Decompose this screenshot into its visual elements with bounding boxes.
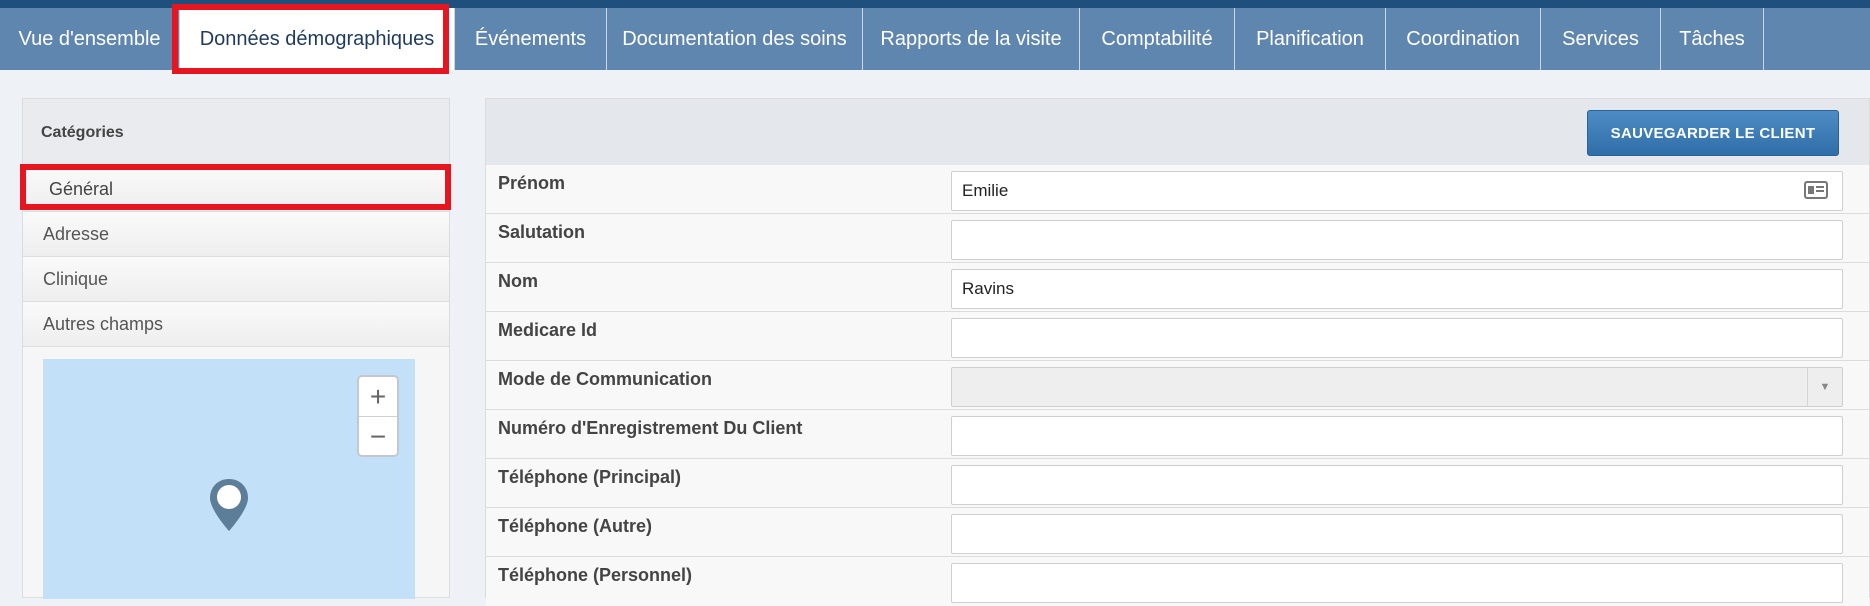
- field-label: Salutation: [498, 222, 586, 242]
- sidebar-item-adresse[interactable]: Adresse: [23, 212, 449, 257]
- field-label: Numéro d'Enregistrement Du Client: [498, 418, 803, 438]
- tab-services[interactable]: Services: [1541, 8, 1661, 70]
- tab-comptabilite[interactable]: Comptabilité: [1080, 8, 1235, 70]
- field-value: Emilie: [962, 181, 1009, 200]
- form-row-numero-enregistrement: Numéro d'Enregistrement Du Client: [486, 410, 1869, 459]
- tab-documentation-des-soins[interactable]: Documentation des soins: [607, 8, 863, 70]
- prenom-field[interactable]: Emilie: [951, 171, 1843, 211]
- map-zoom-control: + −: [357, 375, 399, 457]
- tab-vue-d-ensemble[interactable]: Vue d'ensemble: [0, 8, 180, 70]
- field-label: Téléphone (Personnel): [498, 565, 693, 585]
- form-row-mode-communication: Mode de Communication ▼: [486, 361, 1869, 410]
- medicare-id-field[interactable]: [951, 318, 1843, 358]
- tab-taches[interactable]: Tâches: [1661, 8, 1764, 70]
- form-toolbar: SAUVEGARDER LE CLIENT: [486, 99, 1869, 166]
- field-label: Medicare Id: [498, 320, 598, 340]
- numero-enregistrement-field[interactable]: [951, 416, 1843, 456]
- field-label: Mode de Communication: [498, 369, 713, 389]
- field-label: Téléphone (Principal): [498, 467, 682, 487]
- tab-bar: Vue d'ensemble Données démographiques Év…: [0, 8, 1870, 70]
- top-accent-bar: [0, 0, 1870, 8]
- categories-sidebar: Catégories Général Adresse Clinique Autr…: [22, 98, 450, 599]
- map-pin-icon[interactable]: [208, 477, 250, 533]
- tab-planification[interactable]: Planification: [1235, 8, 1386, 70]
- zoom-out-button[interactable]: −: [359, 417, 397, 456]
- telephone-personnel-field[interactable]: [951, 563, 1843, 603]
- nom-field[interactable]: Ravins: [951, 269, 1843, 309]
- salutation-field[interactable]: [951, 220, 1843, 260]
- form-row-salutation: Salutation: [486, 214, 1869, 263]
- contact-card-icon[interactable]: [1804, 181, 1828, 199]
- sidebar-item-autres-champs[interactable]: Autres champs: [23, 302, 449, 347]
- form-row-telephone-autre: Téléphone (Autre): [486, 508, 1869, 557]
- form-row-nom: Nom Ravins: [486, 263, 1869, 312]
- tab-coordination[interactable]: Coordination: [1386, 8, 1541, 70]
- form-row-telephone-personnel: Téléphone (Personnel): [486, 557, 1869, 606]
- location-map[interactable]: + −: [43, 359, 415, 599]
- telephone-autre-field[interactable]: [951, 514, 1843, 554]
- telephone-principal-field[interactable]: [951, 465, 1843, 505]
- tab-evenements[interactable]: Événements: [455, 8, 607, 70]
- field-label: Prénom: [498, 173, 566, 193]
- form-row-prenom: Prénom Emilie: [486, 165, 1869, 214]
- sidebar-item-clinique[interactable]: Clinique: [23, 257, 449, 302]
- tab-rapports-de-la-visite[interactable]: Rapports de la visite: [863, 8, 1080, 70]
- field-label: Téléphone (Autre): [498, 516, 653, 536]
- form-row-telephone-principal: Téléphone (Principal): [486, 459, 1869, 508]
- mode-communication-select[interactable]: ▼: [951, 367, 1843, 407]
- sidebar-item-general[interactable]: Général: [23, 167, 449, 212]
- zoom-in-button[interactable]: +: [359, 377, 397, 417]
- client-form-panel: SAUVEGARDER LE CLIENT Prénom Emilie Salu…: [485, 98, 1870, 606]
- chevron-down-icon[interactable]: ▼: [1807, 368, 1842, 406]
- field-label: Nom: [498, 271, 538, 291]
- sidebar-title: Catégories: [23, 99, 449, 167]
- tab-donnees-demographiques[interactable]: Données démographiques: [180, 8, 455, 70]
- form-row-medicare-id: Medicare Id: [486, 312, 1869, 361]
- save-client-button[interactable]: SAUVEGARDER LE CLIENT: [1587, 110, 1839, 156]
